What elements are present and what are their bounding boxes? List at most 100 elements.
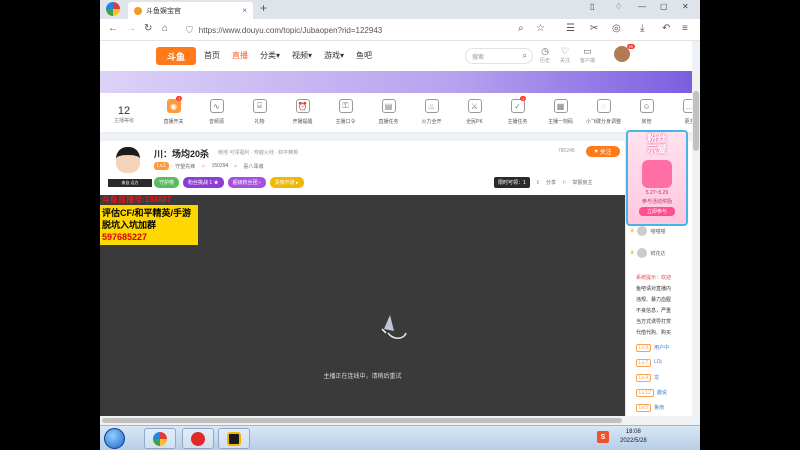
- taskbar-netease[interactable]: [182, 428, 214, 449]
- chat-row[interactable]: Lv.7 LDj: [636, 359, 662, 367]
- scroll-thumb[interactable]: [693, 91, 699, 151]
- nav-home[interactable]: 首页: [204, 50, 220, 61]
- client-button[interactable]: ▭ 客户端: [580, 46, 595, 64]
- anchor-face: [116, 147, 140, 173]
- room-meta: Lv.1 守望先锋 ♨ 150294 ⌂ 喜八泽城: [154, 162, 263, 170]
- skin-icon[interactable]: ♢: [615, 2, 622, 11]
- chat-row[interactable]: Lv.4 龙: [636, 374, 659, 382]
- room-badge[interactable]: 贵族开通 ▸: [269, 177, 304, 188]
- refresh-icon[interactable]: ↻: [144, 23, 152, 34]
- func-item[interactable]: ▦ 主播一刻码: [539, 99, 582, 125]
- chat-username[interactable]: 龙: [654, 374, 659, 382]
- func-item[interactable]: ⚿ 主播口令: [324, 99, 367, 125]
- func-item[interactable]: ♨ 火力全开: [410, 99, 453, 125]
- reader-icon[interactable]: ▯: [590, 2, 594, 11]
- nav-yuba[interactable]: 鱼吧: [356, 50, 372, 61]
- follow-list-button[interactable]: ♡ 关注: [560, 46, 570, 64]
- scroll-thumb[interactable]: [102, 418, 622, 423]
- bookmark-star-icon[interactable]: ☆: [536, 23, 545, 34]
- nav-video[interactable]: 视频▾: [292, 50, 312, 61]
- game-icon[interactable]: ◎: [612, 23, 621, 34]
- favorites-icon[interactable]: ☰: [566, 23, 575, 34]
- func-item[interactable]: ✓ 1 主播任务: [496, 96, 539, 125]
- banner-date: 5.27~5.29: [645, 190, 669, 196]
- func-item[interactable]: ☺ 房管: [625, 99, 668, 125]
- crown-icon: ♛: [630, 250, 635, 256]
- notification-badge: 99: [626, 44, 635, 49]
- nav-live[interactable]: 直播: [232, 50, 248, 61]
- scissors-icon[interactable]: ✂: [590, 23, 598, 34]
- room-badge[interactable]: 守护榜: [154, 177, 180, 188]
- viewer-row[interactable]: ♛ 鲜花达: [630, 248, 666, 258]
- forward-icon[interactable]: →: [126, 23, 136, 34]
- func-item[interactable]: ⚔ 全民PK: [453, 99, 496, 125]
- top-nav: 首页 直播 分类▾ 视频▾ 游戏▾ 鱼吧: [204, 50, 372, 61]
- ime-icon[interactable]: S: [597, 431, 609, 443]
- history-button[interactable]: ◷ 历史: [540, 46, 550, 64]
- nav-category[interactable]: 分类▾: [260, 50, 280, 61]
- horizontal-scrollbar[interactable]: [100, 416, 692, 425]
- download-icon[interactable]: ⤓: [640, 23, 644, 34]
- chat-username[interactable]: LDj: [654, 359, 662, 367]
- level-label: 主播等级: [114, 118, 135, 124]
- close-tab-icon[interactable]: ×: [242, 6, 247, 15]
- broadcast-icon: ◉: [166, 99, 181, 113]
- close-window-icon[interactable]: ✕: [682, 2, 689, 11]
- follow-button[interactable]: ♥ 关注: [586, 146, 620, 157]
- room-actions: 限时可领：1 ⇪ 分享 ⚐ 举报房主: [494, 177, 593, 188]
- home-icon[interactable]: ⌂: [162, 23, 168, 34]
- func-badge: 1: [520, 96, 527, 101]
- chat-row[interactable]: Lv.5 鲁南: [636, 404, 664, 412]
- func-item[interactable]: ⏰ 开播提醒: [281, 99, 324, 125]
- clock-time: 18:08: [625, 429, 641, 435]
- room-badge[interactable]: 粉丝挑战 1 ★: [183, 177, 224, 188]
- room-badge[interactable]: 超级粉丝团 ›: [227, 177, 266, 188]
- nav-games[interactable]: 游戏▾: [324, 50, 344, 61]
- limited-reward-button[interactable]: 限时可领：1: [494, 177, 530, 188]
- video-player[interactable]: 斗鱼直播号:188887 评估CF/和平精英/手游 脱坑入坑加群 59768522…: [100, 195, 625, 416]
- anchor-avatar[interactable]: 来自 远方: [108, 143, 152, 187]
- zoom-search-icon[interactable]: ⌕: [518, 23, 524, 34]
- taskbar-browser[interactable]: [144, 428, 176, 449]
- fans-event-banner[interactable]: 粉丝 示爱 5.27~5.29 参与活动奖励 立即参与: [626, 130, 688, 226]
- vertical-scrollbar[interactable]: [692, 71, 700, 416]
- back-icon[interactable]: ←: [108, 23, 118, 34]
- chat-row[interactable]: Lv.12 趣说: [636, 389, 667, 397]
- search-icon[interactable]: ⌕: [523, 51, 527, 61]
- func-label: 礼物: [254, 119, 265, 125]
- room-category[interactable]: 守望先锋: [175, 163, 195, 170]
- taskbar-app-g[interactable]: [218, 428, 250, 449]
- system-clock[interactable]: 18:08 2022/5/28: [620, 428, 647, 446]
- maximize-icon[interactable]: ▢: [660, 2, 668, 11]
- func-item[interactable]: ▤ 直播任务: [367, 99, 410, 125]
- site-search-input[interactable]: 搜索 ⌕: [465, 48, 533, 64]
- func-item[interactable]: ⌸ 礼物: [238, 99, 281, 125]
- chat-username[interactable]: 趣说: [657, 389, 667, 397]
- start-button[interactable]: [104, 428, 125, 449]
- chat-username[interactable]: 用户中: [654, 344, 669, 352]
- header-icons: ◷ 历史 ♡ 关注 ▭ 客户端: [540, 46, 595, 64]
- undo-icon[interactable]: ↶: [662, 23, 670, 34]
- func-item[interactable]: ◉ 1 直播开关: [152, 96, 195, 125]
- url-field[interactable]: ⛉ https://www.douyu.com/topic/Jubaopen?r…: [186, 22, 546, 38]
- douyu-logo[interactable]: 斗鱼: [156, 47, 196, 65]
- code-icon: ▦: [553, 99, 568, 113]
- user-level-badge: Lv.5: [636, 404, 652, 412]
- func-item[interactable]: ◌ 小飞碟分身调整: [582, 99, 625, 125]
- chat-username[interactable]: 鲁南: [654, 404, 664, 412]
- anchor-level[interactable]: 12 主播等级: [114, 105, 134, 124]
- browser-tab[interactable]: 斗鱼娱宝官 ×: [128, 2, 253, 19]
- menu-icon[interactable]: ≡: [682, 23, 688, 34]
- report-icon: ⚐: [562, 179, 567, 186]
- banner-join-button[interactable]: 立即参与: [639, 207, 675, 216]
- share-button[interactable]: 分享: [546, 179, 556, 186]
- minimize-icon[interactable]: —: [638, 2, 646, 11]
- browser-logo-icon[interactable]: [106, 2, 120, 16]
- func-item[interactable]: ∿ 音频源: [195, 99, 238, 125]
- chat-row[interactable]: Lv.9 用户中: [636, 344, 669, 352]
- viewer-row[interactable]: ♛ 喵喵喵: [630, 226, 666, 236]
- viewer-avatar: [637, 248, 648, 258]
- new-tab-icon[interactable]: +: [260, 1, 267, 15]
- report-button[interactable]: 举报房主: [573, 179, 593, 186]
- user-avatar[interactable]: 99: [614, 44, 635, 62]
